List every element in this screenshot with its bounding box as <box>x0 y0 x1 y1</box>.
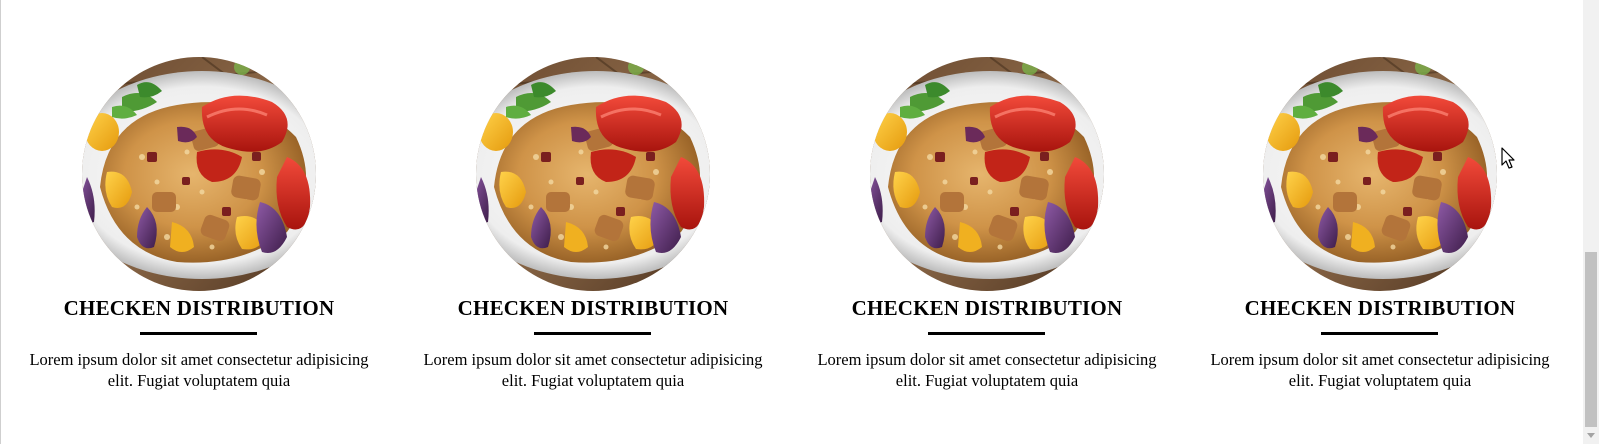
title-underline <box>928 332 1045 335</box>
title-underline <box>1321 332 1438 335</box>
chicken-rice-dish-image <box>476 57 710 291</box>
card-title: CHECKEN DISTRIBUTION <box>457 296 729 320</box>
chicken-rice-dish-image <box>870 57 1104 291</box>
distribution-card-2: CHECKEN DISTRIBUTION Lorem ipsum dolor s… <box>396 0 790 444</box>
chicken-rice-dish-image <box>82 57 316 291</box>
card-title: CHECKEN DISTRIBUTION <box>851 296 1123 320</box>
card-description: Lorem ipsum dolor sit amet consectetur a… <box>29 350 369 390</box>
title-underline <box>534 332 651 335</box>
title-underline <box>140 332 257 335</box>
card-description: Lorem ipsum dolor sit amet consectetur a… <box>817 350 1157 390</box>
card-title: CHECKEN DISTRIBUTION <box>1244 296 1516 320</box>
card-description: Lorem ipsum dolor sit amet consectetur a… <box>1210 350 1550 390</box>
chicken-rice-dish-image <box>1263 57 1497 291</box>
scroll-down-arrow-icon[interactable] <box>1583 428 1599 444</box>
distribution-cards-row: CHECKEN DISTRIBUTION Lorem ipsum dolor s… <box>0 0 1583 444</box>
scroll-up-button[interactable] <box>1583 0 1599 16</box>
scrollbar-thumb[interactable] <box>1585 252 1597 427</box>
card-title: CHECKEN DISTRIBUTION <box>63 296 335 320</box>
distribution-card-1: CHECKEN DISTRIBUTION Lorem ipsum dolor s… <box>2 0 396 444</box>
distribution-card-4: CHECKEN DISTRIBUTION Lorem ipsum dolor s… <box>1183 0 1577 444</box>
arrow-pointer-icon <box>1501 147 1515 169</box>
card-description: Lorem ipsum dolor sit amet consectetur a… <box>423 350 763 390</box>
vertical-scrollbar[interactable] <box>1583 0 1599 444</box>
distribution-card-3: CHECKEN DISTRIBUTION Lorem ipsum dolor s… <box>790 0 1184 444</box>
